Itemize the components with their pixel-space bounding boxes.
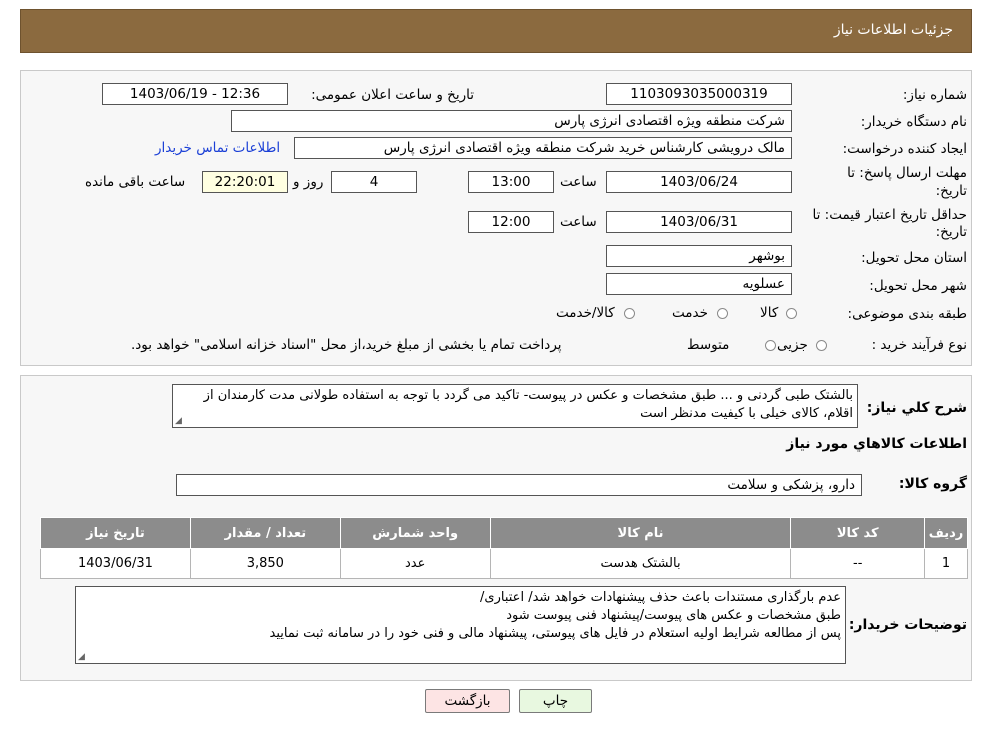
cell-date: 1403/06/31 bbox=[40, 548, 191, 579]
need-number-label: شماره نیاز: bbox=[902, 87, 967, 103]
validity-label-date: تاریخ: bbox=[935, 224, 967, 240]
creator-field: مالک درویشی کارشناس خرید شرکت منطقه ویژه… bbox=[294, 137, 792, 159]
goods-table: ردیف کد کالا نام کالا واحد شمارش تعداد /… bbox=[40, 517, 968, 579]
validity-date-field: 1403/06/31 bbox=[606, 211, 792, 233]
category-goods-label: کالا bbox=[760, 305, 779, 321]
city-field: عسلویه bbox=[606, 273, 792, 295]
category-service-radio[interactable] bbox=[717, 308, 728, 319]
remaining-label: ساعت باقی مانده bbox=[85, 174, 186, 190]
announce-field: 1403/06/19 - 12:36 bbox=[102, 83, 288, 105]
purchase-medium-label: متوسط bbox=[687, 337, 730, 353]
description-text: بالشتک طبی گردنی و ... طبق مشخصات و عکس … bbox=[203, 388, 853, 421]
col-index: ردیف bbox=[924, 517, 968, 549]
description-label: شرح کلي نياز: bbox=[866, 400, 967, 416]
deadline-date-field: 1403/06/24 bbox=[606, 171, 792, 193]
deadline-time-field: 13:00 bbox=[468, 171, 554, 193]
col-date: تاریخ نیاز bbox=[40, 517, 191, 549]
buyer-notes-line: عدم بارگذاری مستندات باعث حذف پیشنهادات … bbox=[480, 590, 841, 605]
category-both-label: کالا/خدمت bbox=[556, 305, 615, 321]
province-field: بوشهر bbox=[606, 245, 792, 267]
purchase-minor-radio[interactable] bbox=[816, 340, 827, 351]
treasury-checkbox[interactable] bbox=[658, 339, 670, 351]
buyer-notes-line: پس از مطالعه شرایط اولیه استعلام در فایل… bbox=[269, 626, 841, 641]
goods-group-field: دارو، پزشکی و سلامت bbox=[176, 474, 862, 496]
purchase-type-label: نوع فرآیند خرید : bbox=[871, 337, 967, 353]
purchase-minor-label: جزیی bbox=[777, 337, 808, 353]
back-button[interactable]: بازگشت bbox=[425, 689, 510, 713]
description-field: بالشتک طبی گردنی و ... طبق مشخصات و عکس … bbox=[172, 384, 858, 428]
validity-time-field: 12:00 bbox=[468, 211, 554, 233]
days-label: روز و bbox=[293, 174, 324, 190]
remaining-time-field: 22:20:01 bbox=[202, 171, 288, 193]
deadline-label-date: تاریخ: bbox=[935, 183, 967, 199]
purchase-note: پرداخت تمام یا بخشی از مبلغ خرید،از محل … bbox=[131, 337, 562, 353]
deadline-label: مهلت ارسال پاسخ: تا bbox=[847, 165, 967, 181]
days-field: 4 bbox=[331, 171, 417, 193]
resize-grip-icon[interactable]: ◢ bbox=[78, 653, 85, 662]
buyer-org-label: نام دستگاه خریدار: bbox=[860, 114, 967, 130]
page-header: جزئیات اطلاعات نیاز bbox=[20, 9, 972, 53]
validity-time-label: ساعت bbox=[560, 214, 597, 230]
purchase-medium-radio[interactable] bbox=[765, 340, 776, 351]
category-both-radio[interactable] bbox=[624, 308, 635, 319]
print-button[interactable]: چاپ bbox=[519, 689, 592, 713]
buyer-notes-field: عدم بارگذاری مستندات باعث حذف پیشنهادات … bbox=[75, 586, 846, 664]
city-label: شهر محل تحویل: bbox=[869, 278, 967, 294]
buyer-notes-line: طبق مشخصات و عکس های پیوست/پیشنهاد فنی پ… bbox=[506, 608, 841, 623]
buyer-notes-label: توضیحات خریدار: bbox=[848, 617, 967, 633]
col-qty: تعداد / مقدار bbox=[189, 517, 341, 549]
category-service-label: خدمت bbox=[672, 305, 708, 321]
category-goods-radio[interactable] bbox=[786, 308, 797, 319]
table-header-row: ردیف کد کالا نام کالا واحد شمارش تعداد /… bbox=[40, 517, 968, 549]
cell-qty: 3,850 bbox=[189, 548, 341, 579]
table-row: 1 -- بالشتک هدست عدد 3,850 1403/06/31 bbox=[40, 548, 968, 579]
announce-label: تاریخ و ساعت اعلان عمومی: bbox=[311, 87, 474, 103]
col-name: نام کالا bbox=[489, 517, 792, 549]
need-number-field: 1103093035000319 bbox=[606, 83, 792, 105]
goods-group-label: گروه کالا: bbox=[898, 476, 967, 492]
category-label: طبقه بندی موضوعی: bbox=[847, 306, 967, 322]
cell-code: -- bbox=[790, 548, 926, 579]
buyer-org-field: شرکت منطقه ویژه اقتصادی انرژی پارس bbox=[231, 110, 792, 132]
province-label: استان محل تحویل: bbox=[861, 250, 967, 266]
cell-name: بالشتک هدست bbox=[489, 548, 792, 579]
page-title: جزئیات اطلاعات نیاز bbox=[833, 22, 953, 38]
contact-buyer-link[interactable]: اطلاعات تماس خریدار bbox=[155, 140, 280, 156]
cell-unit: عدد bbox=[339, 548, 491, 579]
cell-index: 1 bbox=[924, 548, 968, 579]
validity-label: حداقل تاریخ اعتبار قیمت: تا bbox=[812, 207, 967, 223]
creator-label: ایجاد کننده درخواست: bbox=[842, 141, 967, 157]
col-code: کد کالا bbox=[790, 517, 926, 549]
goods-section-title: اطلاعات کالاهاي مورد نياز bbox=[786, 436, 967, 452]
col-unit: واحد شمارش bbox=[339, 517, 491, 549]
resize-grip-icon[interactable]: ◢ bbox=[175, 417, 182, 426]
deadline-time-label: ساعت bbox=[560, 174, 597, 190]
